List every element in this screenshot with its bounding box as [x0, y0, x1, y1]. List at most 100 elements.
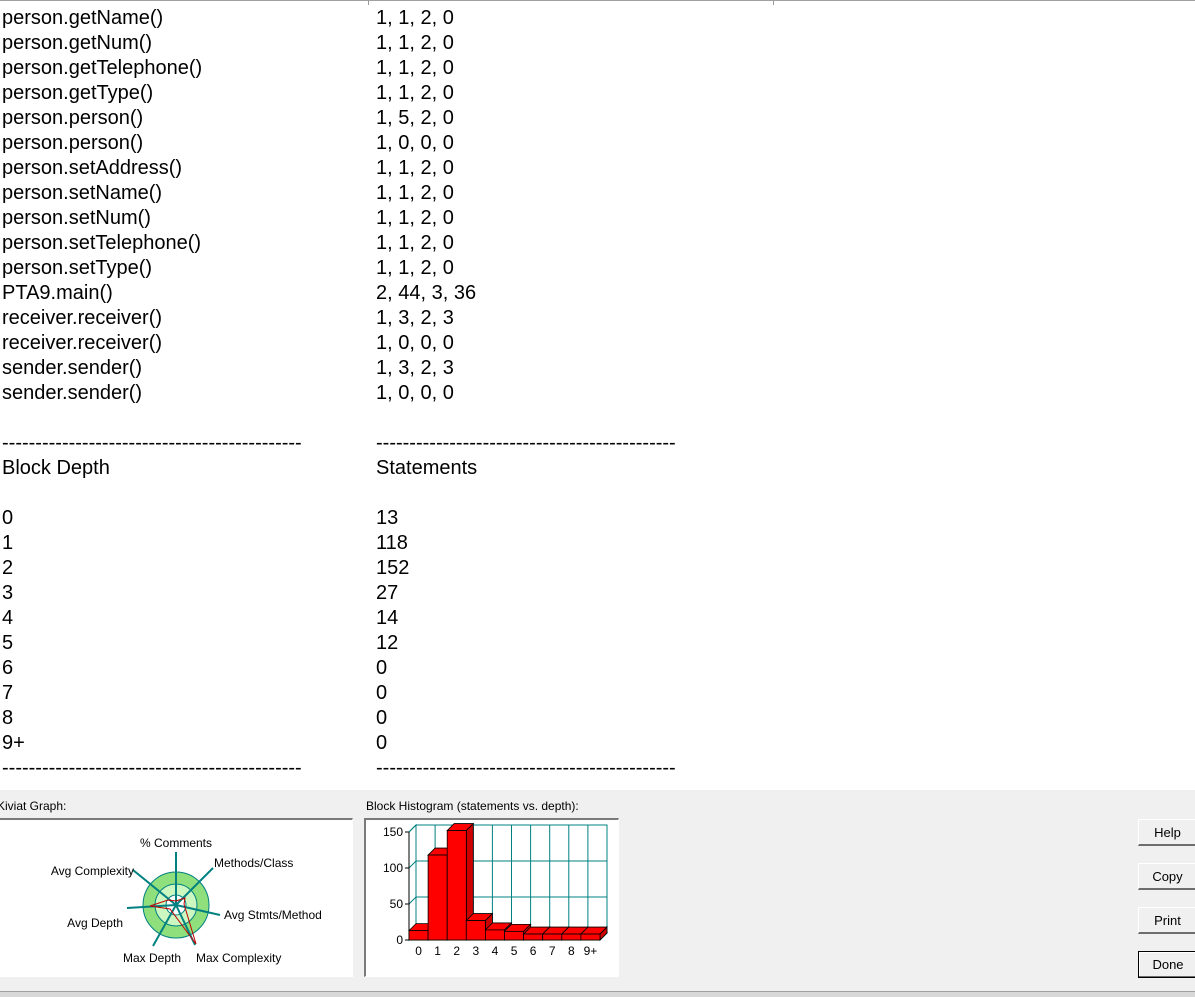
method-row: receiver.receiver() 1, 0, 0, 0	[0, 331, 900, 356]
histogram-bar	[523, 933, 544, 941]
method-metrics: 1, 1, 2, 0	[376, 207, 454, 229]
statement-count: 0	[376, 707, 388, 729]
kiviat-axis-label: % Comments	[140, 836, 212, 850]
block-depth-value: 0	[2, 507, 14, 529]
histogram-bar	[561, 933, 582, 941]
method-row: person.person() 1, 5, 2, 0	[0, 106, 900, 131]
kiviat-axis-label: Avg Stmts/Method	[224, 908, 322, 922]
block-depth-row: 70	[0, 681, 900, 706]
block-depth-row: 60	[0, 656, 900, 681]
histogram-bar	[465, 920, 486, 941]
block-depth-value: 9+	[2, 732, 25, 754]
kiviat-graph: % CommentsMethods/Class Avg Stmts/Method M…	[51, 836, 322, 965]
method-metrics: 1, 1, 2, 0	[376, 257, 454, 279]
print-button[interactable]: Print	[1138, 907, 1195, 934]
method-name: person.setName()	[2, 182, 163, 204]
kiviat-axis-label: Avg Depth	[67, 916, 123, 930]
block-depth-value: 7	[2, 682, 14, 704]
statement-count: 118	[376, 532, 408, 554]
histogram-x-tick-label: 7	[549, 944, 556, 958]
histogram-x-tick-label: 4	[492, 944, 499, 958]
method-row: person.person() 1, 0, 0, 0	[0, 131, 900, 156]
block-depth-row: 4 14	[0, 606, 900, 631]
histogram-bar	[485, 929, 505, 941]
method-name: person.person()	[2, 107, 144, 129]
column-header-divider	[368, 1, 369, 5]
statement-count: 12	[376, 632, 399, 654]
histogram-y-tick-label: 0	[396, 933, 403, 947]
statement-count: 0	[376, 732, 388, 754]
histogram-y-tick-label: 50	[390, 897, 404, 911]
histogram-x-tick-label: 5	[511, 944, 518, 958]
method-name: person.setType()	[2, 257, 153, 279]
separator-right: ----------------------------------------…	[376, 757, 676, 779]
report-text-area[interactable]: person.getName() 1, 1, 2, 0 person.getNum(…	[0, 0, 1195, 790]
separator-row: ----------------------------------------…	[0, 756, 900, 781]
method-metrics: 1, 1, 2, 0	[376, 7, 454, 29]
method-metrics: 1, 3, 2, 3	[376, 307, 454, 329]
method-row: sender.sender() 1, 0, 0, 0	[0, 381, 900, 406]
method-name: person.setTelephone()	[2, 232, 202, 254]
separator-left: ----------------------------------------…	[2, 757, 302, 779]
method-metrics: 1, 1, 2, 0	[376, 57, 454, 79]
block-histogram-label: Block Histogram (statements vs. depth):	[366, 799, 579, 813]
block-histogram-chart: 0501001500 1 2 3 4 5 6 7 8 9+	[383, 822, 609, 958]
block-depth-value: 3	[2, 582, 14, 604]
statement-count: 14	[376, 607, 399, 629]
statement-count: 13	[376, 507, 399, 529]
method-row: person.getType() 1, 1, 2, 0	[0, 81, 900, 106]
method-metrics: 1, 1, 2, 0	[376, 182, 454, 204]
method-name: person.setAddress()	[2, 157, 183, 179]
method-row: person.getName() 1, 1, 2, 0	[0, 6, 900, 31]
histogram-x-tick-label: 9+	[584, 944, 598, 958]
histogram-bar	[446, 830, 467, 941]
method-row: sender.sender() 1, 3, 2, 3	[0, 356, 900, 381]
block-depth-value: 5	[2, 632, 14, 654]
method-row: person.setAddress() 1, 1, 2, 0	[0, 156, 900, 181]
method-name: person.getType()	[2, 82, 154, 104]
method-name: PTA9.main()	[2, 282, 113, 304]
method-metrics: 2, 44, 3, 36	[376, 282, 477, 304]
histogram-y-tick-label: 150	[383, 825, 403, 839]
method-name: person.getNum()	[2, 32, 153, 54]
block-depth-value: 8	[2, 707, 14, 729]
kiviat-axis-label: Methods/Class	[214, 856, 293, 870]
copy-button[interactable]: Copy	[1138, 863, 1195, 890]
kiviat-axis-label: Max Depth	[123, 951, 181, 965]
statement-count: 0	[376, 657, 388, 679]
statement-count: 0	[376, 682, 388, 704]
histogram-bar	[408, 930, 429, 941]
method-name: receiver.receiver()	[2, 307, 163, 329]
done-button[interactable]: Done	[1138, 951, 1195, 978]
kiviat-graph-label: Kiviat Graph:	[0, 799, 67, 813]
column-header-divider	[773, 1, 774, 5]
method-row: receiver.receiver() 1, 3, 2, 3	[0, 306, 900, 331]
method-name: person.getName()	[2, 7, 164, 29]
method-metrics: 1, 1, 2, 0	[376, 32, 454, 54]
block-depth-row: 0 13	[0, 506, 900, 531]
method-row: person.setNum() 1, 1, 2, 0	[0, 206, 900, 231]
block-histogram-panel: 0 50 100 150 0 1 2 3 4 5 6 7 8 9+	[364, 818, 619, 977]
block-depth-row: 80	[0, 706, 900, 731]
statement-count: 27	[376, 582, 399, 604]
method-row: person.getNum() 1, 1, 2, 0	[0, 31, 900, 56]
block-depth-value: 6	[2, 657, 14, 679]
method-metrics: 1, 1, 2, 0	[376, 82, 454, 104]
kiviat-axis-label: Avg Complexity	[51, 864, 134, 878]
block-depth-row: 3 27	[0, 581, 900, 606]
statements-header: Statements	[376, 457, 478, 479]
separator-right: ----------------------------------------…	[376, 432, 676, 454]
method-row: person.setName() 1, 1, 2, 0	[0, 181, 900, 206]
block-table-header: Block Depth Statements	[0, 456, 900, 481]
method-row: person.setType() 1, 1, 2, 0	[0, 256, 900, 281]
block-depth-value: 4	[2, 607, 14, 629]
histogram-y-tick-label: 100	[383, 861, 403, 875]
block-depth-row: 5 12	[0, 631, 900, 656]
separator-left: ----------------------------------------…	[2, 432, 302, 454]
method-row: person.getTelephone() 1, 1, 2, 0	[0, 56, 900, 81]
histogram-x-tick-label: 3	[473, 944, 480, 958]
method-metrics: 1, 0, 0, 0	[376, 332, 454, 354]
status-bar	[0, 991, 1195, 997]
help-button[interactable]: Help	[1138, 819, 1195, 846]
histogram-x-tick-label: 1	[434, 944, 441, 958]
